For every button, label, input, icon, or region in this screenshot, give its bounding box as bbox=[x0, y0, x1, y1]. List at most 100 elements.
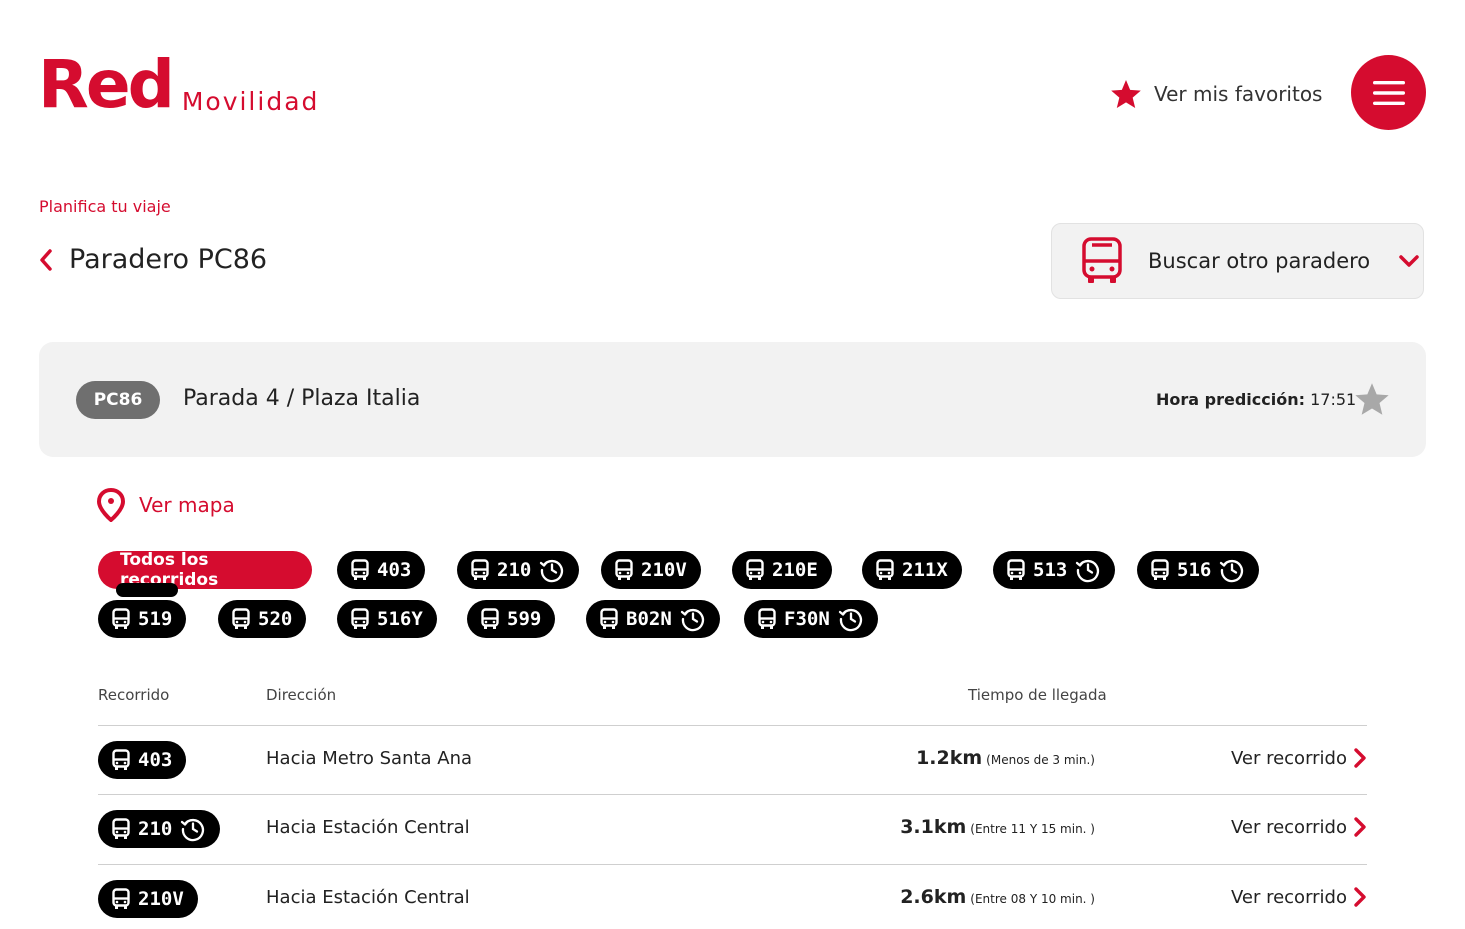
view-route-label: Ver recorrido bbox=[1230, 747, 1347, 769]
clock-icon bbox=[539, 557, 565, 583]
filter-route-513[interactable]: 513 bbox=[993, 551, 1116, 589]
view-route-label: Ver recorrido bbox=[1230, 886, 1347, 908]
row-eta: (Entre 11 Y 15 min. ) bbox=[970, 822, 1095, 836]
bus-icon bbox=[876, 559, 894, 581]
row-divider bbox=[98, 864, 1367, 865]
view-map-label: Ver mapa bbox=[139, 493, 235, 517]
bus-icon bbox=[112, 818, 130, 840]
filter-route-211x[interactable]: 211X bbox=[862, 551, 962, 589]
row-direction: Hacia Estación Central bbox=[266, 817, 470, 838]
route-number: F30N bbox=[784, 608, 830, 630]
filter-route-516y[interactable]: 516Y bbox=[337, 600, 437, 638]
logo[interactable]: Red Movilidad bbox=[38, 52, 319, 118]
chevron-right-icon bbox=[1353, 816, 1367, 838]
row-divider bbox=[98, 794, 1367, 795]
location-pin-icon bbox=[97, 488, 125, 522]
favorite-stop-button[interactable] bbox=[1354, 381, 1390, 421]
view-route-link[interactable]: Ver recorrido bbox=[1231, 747, 1367, 769]
row-eta: (Menos de 3 min.) bbox=[986, 753, 1095, 767]
view-map-link[interactable]: Ver mapa bbox=[97, 488, 235, 522]
column-header-direction: Dirección bbox=[266, 686, 337, 704]
column-header-arrival: Tiempo de llegada bbox=[968, 686, 1107, 704]
breadcrumb[interactable]: Planifica tu viaje bbox=[39, 197, 171, 216]
clock-icon bbox=[838, 606, 864, 632]
route-number: 516 bbox=[1177, 559, 1212, 581]
row-route-403[interactable]: 403 bbox=[98, 741, 187, 779]
prediction-label: Hora predicción: bbox=[1156, 390, 1306, 409]
logo-movilidad-text: Movilidad bbox=[181, 87, 320, 116]
clock-icon bbox=[680, 606, 706, 632]
row-arrival-time: 1.2km (Menos de 3 min.) bbox=[916, 747, 1095, 769]
bus-icon bbox=[112, 608, 130, 630]
menu-icon bbox=[1372, 80, 1405, 105]
row-distance: 2.6km bbox=[900, 886, 967, 908]
bus-icon bbox=[600, 608, 618, 630]
bus-icon bbox=[112, 888, 130, 910]
row-arrival-time: 2.6km (Entre 08 Y 10 min. ) bbox=[900, 886, 1095, 908]
route-number: 516Y bbox=[377, 608, 423, 630]
favorites-label: Ver mis favoritos bbox=[1154, 82, 1323, 106]
stop-name: Parada 4 / Plaza Italia bbox=[183, 386, 421, 411]
search-other-stop-label: Buscar otro paradero bbox=[1148, 249, 1371, 273]
view-route-label: Ver recorrido bbox=[1230, 816, 1347, 838]
bus-icon bbox=[481, 608, 499, 630]
row-route-210v[interactable]: 210V bbox=[98, 880, 198, 918]
filter-route-b02n[interactable]: B02N bbox=[586, 600, 720, 638]
star-icon bbox=[1111, 80, 1141, 108]
prediction-value: 17:51 bbox=[1310, 390, 1357, 409]
clock-icon bbox=[180, 816, 206, 842]
row-direction: Hacia Estación Central bbox=[266, 887, 470, 908]
row-direction: Hacia Metro Santa Ana bbox=[266, 748, 473, 769]
route-number: 513 bbox=[1033, 559, 1068, 581]
row-eta: (Entre 08 Y 10 min. ) bbox=[970, 892, 1095, 906]
bus-icon bbox=[615, 559, 633, 581]
filter-route-210e[interactable]: 210E bbox=[732, 551, 832, 589]
route-number: B02N bbox=[626, 608, 672, 630]
route-number: 519 bbox=[138, 608, 173, 630]
stop-code-badge: PC86 bbox=[76, 381, 160, 419]
route-number: 210 bbox=[497, 559, 532, 581]
bus-icon bbox=[1151, 559, 1169, 581]
column-header-route: Recorrido bbox=[98, 686, 170, 704]
bus-icon bbox=[1082, 237, 1122, 283]
row-route-210[interactable]: 210 bbox=[98, 810, 221, 848]
filter-route-403[interactable]: 403 bbox=[337, 551, 426, 589]
row-distance: 1.2km bbox=[916, 747, 983, 769]
filter-route-519[interactable]: 519 bbox=[98, 600, 187, 638]
chevron-right-icon bbox=[1353, 886, 1367, 908]
bus-icon bbox=[351, 608, 369, 630]
clock-icon bbox=[1219, 557, 1245, 583]
view-route-link[interactable]: Ver recorrido bbox=[1231, 816, 1367, 838]
route-number: 210V bbox=[641, 559, 687, 581]
favorites-link[interactable]: Ver mis favoritos bbox=[1110, 78, 1322, 110]
filter-route-210[interactable]: 210 bbox=[457, 551, 580, 589]
route-number: 211X bbox=[902, 559, 948, 581]
route-number: 210E bbox=[772, 559, 818, 581]
back-button[interactable] bbox=[37, 248, 55, 272]
star-icon bbox=[1355, 383, 1389, 415]
page-title: Paradero PC86 bbox=[69, 244, 268, 275]
route-number: 403 bbox=[138, 749, 173, 771]
bus-icon bbox=[758, 608, 776, 630]
chevron-left-icon bbox=[40, 248, 52, 271]
bus-icon bbox=[471, 559, 489, 581]
filter-route-520[interactable]: 520 bbox=[218, 600, 307, 638]
route-number: 210V bbox=[138, 888, 184, 910]
search-other-stop-dropdown[interactable]: Buscar otro paradero bbox=[1051, 223, 1424, 299]
view-route-link[interactable]: Ver recorrido bbox=[1231, 886, 1367, 908]
row-arrival-time: 3.1km (Entre 11 Y 15 min. ) bbox=[900, 816, 1095, 838]
filter-route-599[interactable]: 599 bbox=[467, 600, 556, 638]
prediction-time: Hora predicción: 17:51 bbox=[1156, 390, 1356, 409]
bus-icon bbox=[746, 559, 764, 581]
filter-route-f30n[interactable]: F30N bbox=[744, 600, 878, 638]
chevron-down-icon bbox=[1398, 254, 1420, 268]
bus-icon bbox=[112, 749, 130, 771]
chevron-right-icon bbox=[1353, 747, 1367, 769]
filter-route-516[interactable]: 516 bbox=[1137, 551, 1260, 589]
route-number: 210 bbox=[138, 818, 173, 840]
row-divider bbox=[98, 725, 1367, 726]
route-number: 520 bbox=[258, 608, 293, 630]
menu-button[interactable] bbox=[1351, 55, 1426, 130]
bus-icon bbox=[1007, 559, 1025, 581]
filter-route-210v[interactable]: 210V bbox=[601, 551, 701, 589]
